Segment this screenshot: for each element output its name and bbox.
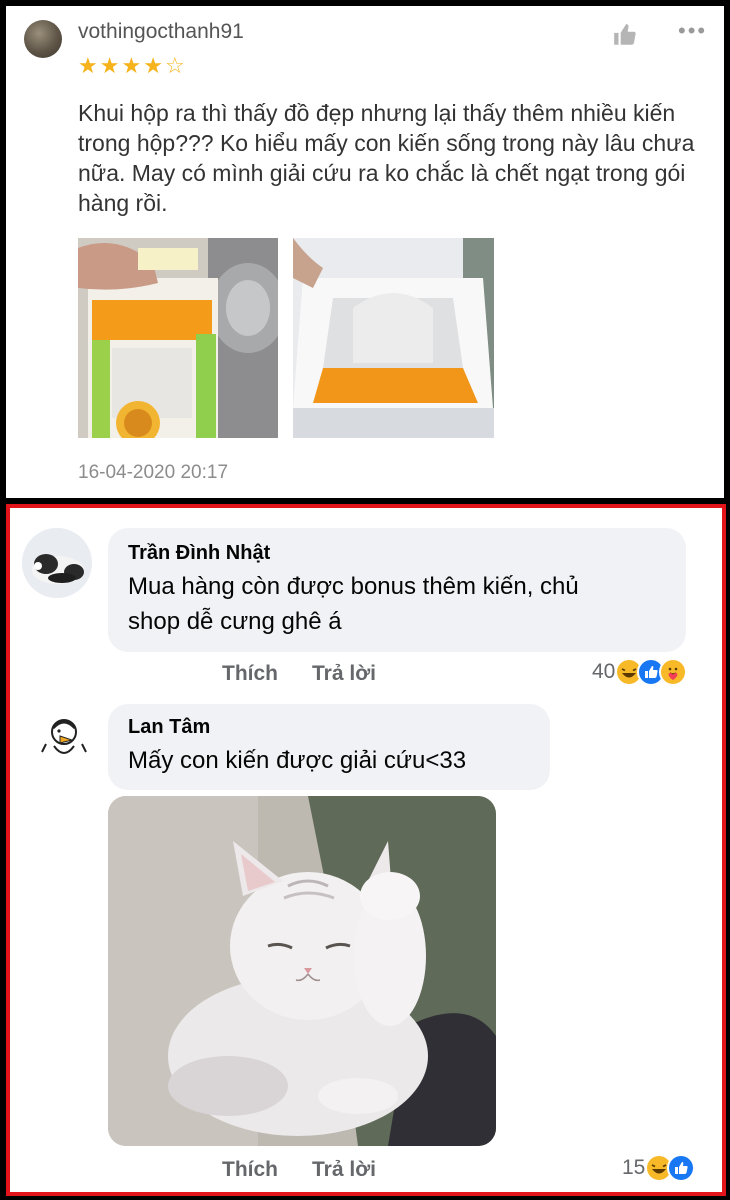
review-date: 16-04-2020 20:17	[78, 462, 229, 483]
star-filled-icon: ★	[78, 53, 98, 78]
comment-2-text: Mấy con kiến được giải cứu<33	[128, 747, 467, 774]
star-filled-icon: ★	[121, 53, 142, 78]
reviewer-avatar[interactable]	[24, 20, 62, 58]
comment-1-text: Mua hàng còn được bonus thêm kiến, chủ s…	[128, 569, 668, 639]
comment-2-reactions[interactable]: 15	[622, 1154, 696, 1182]
comment-1-bubble: Trần Đình Nhật Mua hàng còn được bonus t…	[108, 528, 686, 652]
star-filled-icon: ★	[99, 53, 120, 78]
review-photo-2[interactable]	[293, 238, 494, 438]
like-icon	[667, 1154, 696, 1182]
star-filled-icon: ★	[143, 53, 163, 78]
comment-2-avatar[interactable]	[38, 714, 90, 766]
comment-1-text-line-1: Mua hàng còn được bonus thêm kiến, chủ	[128, 573, 579, 600]
comment-1-reactions[interactable]: 40	[592, 658, 688, 686]
comment-2-bubble: Lan Tâm Mấy con kiến được giải cứu<33	[108, 704, 550, 790]
comment-2-reaction-count: 15	[622, 1156, 646, 1179]
review-text: Khui hộp ra thì thấy đồ đẹp nhưng lại th…	[78, 100, 695, 216]
care-icon	[659, 658, 688, 686]
more-options-icon[interactable]: •••	[678, 18, 707, 44]
star-rating: ★ ★ ★ ★ ☆	[78, 54, 185, 78]
review-photo-1[interactable]	[78, 238, 278, 438]
comment-2-author[interactable]: Lan Tâm	[128, 716, 532, 739]
comment-1-author[interactable]: Trần Đình Nhật	[128, 542, 668, 565]
comments-section: Trần Đình Nhật Mua hàng còn được bonus t…	[6, 504, 726, 1196]
comment-1-like-button[interactable]: Thích	[222, 662, 278, 686]
comment-1-reaction-count: 40	[592, 660, 616, 683]
reviewer-username[interactable]: vothingocthanh91	[78, 20, 244, 44]
comment-1-reply-button[interactable]: Trả lời	[312, 662, 376, 686]
comment-2-reply-button[interactable]: Trả lời	[312, 1158, 376, 1182]
product-review: vothingocthanh91 ••• ★ ★ ★ ★ ☆ Khui hộp …	[6, 6, 724, 498]
comment-1-avatar[interactable]	[22, 528, 92, 598]
star-empty-icon: ☆	[164, 53, 185, 78]
comment-2-cat-gif[interactable]	[108, 796, 496, 1146]
comment-1-text-line-2: shop dễ cưng ghê á	[128, 608, 342, 635]
thumbs-up-icon[interactable]	[612, 22, 638, 48]
comment-2-like-button[interactable]: Thích	[222, 1158, 278, 1182]
